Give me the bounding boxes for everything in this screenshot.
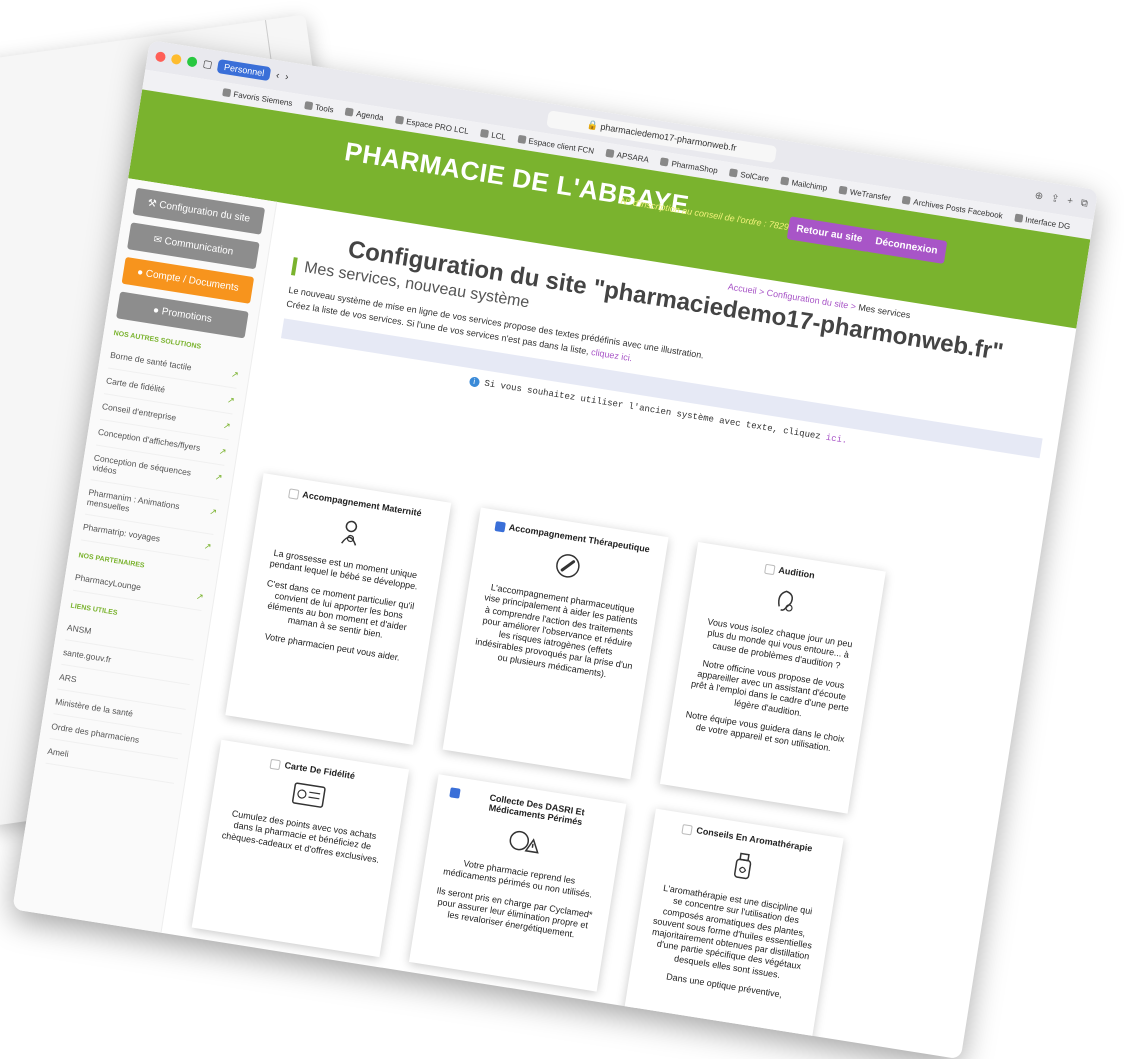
back-to-site-button[interactable]: Retour au site bbox=[786, 216, 872, 252]
bookmark-label: LCL bbox=[490, 130, 507, 142]
sidebar-button-label: Configuration du site bbox=[158, 199, 251, 225]
bookmark-label: SolCare bbox=[739, 169, 770, 183]
service-checkbox[interactable] bbox=[449, 787, 461, 799]
main-content: Accueil > Configuration du site > Mes se… bbox=[170, 203, 1076, 1059]
sidebar-link-label: sante.gouv.fr bbox=[62, 647, 112, 665]
sidebar-link-label: ANSM bbox=[66, 622, 93, 637]
bookmark-label: PharmaShop bbox=[670, 158, 719, 175]
calendar-icon bbox=[344, 107, 355, 117]
sidebar-button-label: Compte / Documents bbox=[144, 268, 240, 294]
archive-icon bbox=[902, 195, 912, 205]
service-card: Accompagnement Thérapeutique L'accompagn… bbox=[442, 507, 669, 780]
browser-window: ▢ Personnel ‹ › 🔒 pharmaciedemo17-pharmo… bbox=[12, 40, 1099, 1059]
bookmark-item[interactable]: LCL bbox=[479, 128, 507, 142]
sidebar-toggle-icon[interactable]: ▢ bbox=[202, 58, 213, 70]
external-link-icon: ↗ bbox=[218, 445, 228, 457]
back-arrow-icon[interactable]: ‹ bbox=[275, 70, 280, 81]
minimize-window-icon[interactable] bbox=[170, 53, 183, 66]
profile-badge[interactable]: Personnel bbox=[217, 59, 272, 82]
forward-arrow-icon[interactable]: › bbox=[284, 71, 289, 82]
external-link-icon: ↗ bbox=[203, 540, 213, 552]
circle-icon bbox=[605, 148, 615, 158]
browser-actions: ⊕ ⇪ + ⧉ bbox=[1034, 190, 1089, 209]
transfer-icon bbox=[838, 185, 848, 195]
sidebar-link-label: Ministère de la santé bbox=[54, 696, 134, 719]
share-icon[interactable]: ⇪ bbox=[1050, 192, 1060, 204]
old-system-link[interactable]: ici. bbox=[825, 433, 848, 446]
care-icon bbox=[728, 168, 739, 178]
service-checkbox[interactable] bbox=[763, 563, 776, 576]
bookmark-label: Interface DG bbox=[1024, 214, 1071, 231]
service-checkbox[interactable] bbox=[287, 488, 300, 500]
external-link-icon: ↗ bbox=[214, 471, 224, 483]
sidebar-button-label: Promotions bbox=[160, 306, 213, 326]
service-card: Collecte Des DASRI Et Médicaments Périmé… bbox=[408, 774, 627, 992]
sidebar-link-label: Pharmatrip: voyages bbox=[82, 521, 161, 544]
service-title: Audition bbox=[777, 564, 816, 581]
service-checkbox[interactable] bbox=[681, 824, 694, 836]
folder-icon bbox=[222, 88, 232, 98]
bank-icon bbox=[479, 128, 490, 139]
lock-icon: 🔒 bbox=[586, 118, 599, 131]
bookmark-item[interactable]: SolCare bbox=[728, 168, 770, 183]
service-card: Carte De Fidélité Cumulez des points ave… bbox=[191, 739, 410, 958]
external-link-icon: ↗ bbox=[195, 591, 205, 603]
bookmark-item[interactable]: Mailchimp bbox=[780, 176, 828, 192]
sidebar-link-label: Conseil d'entreprise bbox=[101, 401, 177, 423]
external-link-icon: ↗ bbox=[222, 420, 232, 432]
bookmark-label: Tools bbox=[314, 102, 335, 115]
bookmark-label: WeTransfer bbox=[849, 186, 892, 203]
sidebar-link-label: Ameli bbox=[46, 745, 70, 759]
key-icon bbox=[517, 134, 527, 144]
mail-icon bbox=[780, 176, 790, 186]
service-card: Audition Vous vous isolez chaque jour un… bbox=[659, 541, 886, 814]
external-link-icon: ↗ bbox=[226, 394, 236, 406]
maximize-window-icon[interactable] bbox=[186, 56, 198, 68]
bookmark-item[interactable]: Agenda bbox=[344, 107, 385, 122]
new-tab-icon[interactable]: + bbox=[1066, 195, 1073, 207]
download-icon[interactable]: ⊕ bbox=[1034, 190, 1044, 202]
service-checkbox[interactable] bbox=[494, 521, 506, 533]
bookmark-item[interactable]: APSARA bbox=[605, 148, 650, 164]
service-card: Conseils En Aromathérapie L'aromathérapi… bbox=[623, 808, 844, 1046]
sidebar-button-label: Communication bbox=[163, 235, 235, 258]
sidebar-link-label: PharmacyLounge bbox=[74, 571, 142, 593]
external-link-icon: ↗ bbox=[230, 368, 240, 380]
bookmark-label: APSARA bbox=[616, 149, 650, 164]
service-description: L'aromathérapie est une discipline qui s… bbox=[651, 882, 814, 980]
close-window-icon[interactable] bbox=[154, 51, 167, 63]
tabs-overview-icon[interactable]: ⧉ bbox=[1080, 197, 1089, 209]
click-here-link[interactable]: cliquez ici. bbox=[590, 347, 633, 363]
bookmark-item[interactable]: WeTransfer bbox=[838, 185, 892, 203]
service-title: Carte De Fidélité bbox=[283, 760, 356, 782]
sidebar-link-label: Carte de fidélité bbox=[105, 375, 166, 395]
bookmark-item[interactable]: Tools bbox=[303, 100, 335, 115]
logout-button[interactable]: Déconnexion bbox=[865, 228, 948, 264]
shop-icon bbox=[660, 157, 670, 167]
info-icon: i bbox=[468, 376, 480, 388]
sidebar-link-label: ARS bbox=[58, 671, 78, 685]
bookmark-label: Agenda bbox=[355, 108, 385, 122]
folder-icon bbox=[303, 100, 313, 111]
interface-icon bbox=[1013, 213, 1024, 223]
external-link-icon: ↗ bbox=[208, 506, 218, 518]
service-checkbox[interactable] bbox=[269, 758, 282, 771]
bank-icon bbox=[394, 115, 404, 125]
bookmark-label: Mailchimp bbox=[790, 177, 828, 193]
service-description: L'accompagnement pharmaceutique vise pri… bbox=[474, 582, 639, 679]
service-card: Accompagnement Maternité La grossesse es… bbox=[225, 473, 452, 745]
